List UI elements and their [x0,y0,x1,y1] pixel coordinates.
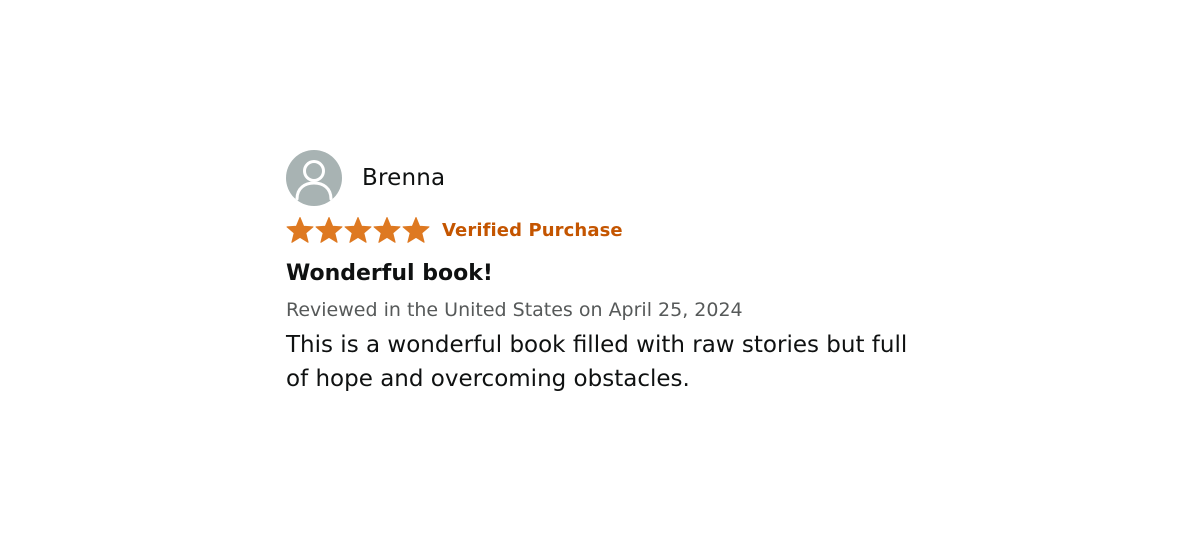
star-icon [315,217,343,243]
review-title[interactable]: Wonderful book! [286,260,946,288]
user-silhouette-icon [295,160,333,201]
reviewer-name[interactable]: Brenna [362,165,445,191]
review-body: This is a wonderful book filled with raw… [286,332,908,392]
star-icon [373,217,401,243]
review-date: Reviewed in the United States on April 2… [286,299,743,321]
customer-review: Brenna Verified Purchase Wonderful book!… [286,150,946,396]
star-icon [344,217,372,243]
avatar[interactable] [286,150,342,206]
rating-row: Verified Purchase [286,216,946,244]
verified-purchase-badge: Verified Purchase [442,219,623,241]
reviewer-profile[interactable]: Brenna [286,150,946,206]
star-icon [286,217,314,243]
star-rating[interactable] [286,216,431,244]
star-icon [402,217,430,243]
